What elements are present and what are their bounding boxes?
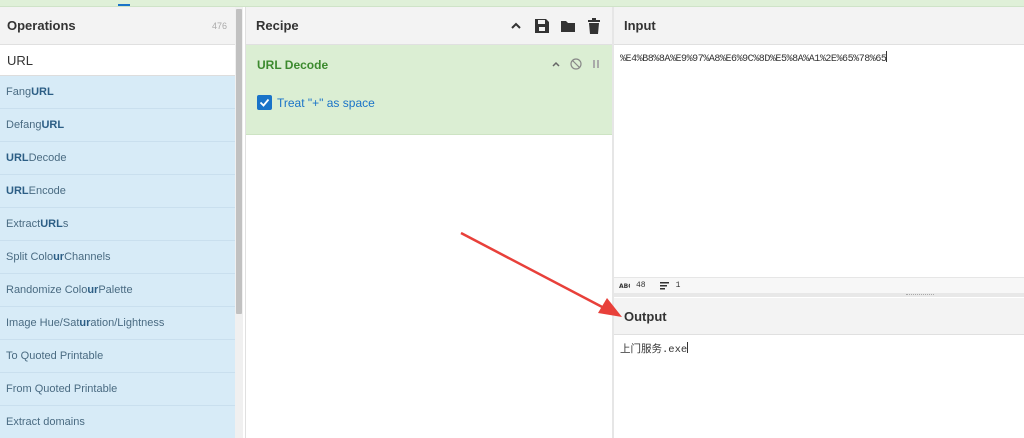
operations-scrollbar[interactable]	[235, 7, 243, 438]
operation-item[interactable]: From Quoted Printable	[0, 373, 235, 406]
operation-item-text: Fang	[6, 86, 32, 98]
operation-item-text: Split Colo	[6, 251, 54, 263]
char-count: 48	[636, 281, 646, 290]
top-strip	[0, 0, 1024, 7]
operation-item[interactable]: Defang URL	[0, 109, 235, 142]
recipe-operation-card[interactable]: URL Decode Treat "+" as space	[246, 45, 612, 135]
space-option-checkbox[interactable]	[257, 95, 272, 110]
operation-item[interactable]: Fang URL	[0, 76, 235, 109]
operation-item-match: ur	[87, 284, 99, 296]
operation-item[interactable]: URL Encode	[0, 175, 235, 208]
svg-text:ABC: ABC	[619, 283, 630, 289]
operation-item-text: Decode	[28, 152, 67, 164]
input-header: Input	[614, 7, 1024, 45]
option-row: Treat "+" as space	[257, 95, 601, 110]
operations-count: 476	[211, 20, 227, 31]
text-caret	[886, 51, 888, 62]
operation-item-match: ur	[53, 251, 65, 263]
input-title: Input	[624, 18, 656, 33]
operation-item-text: To Quoted Printable	[6, 350, 104, 362]
operation-item[interactable]: To Quoted Printable	[0, 340, 235, 373]
input-textarea[interactable]: %E4%B8%8A%E9%97%A8%E6%9C%8D%E5%8A%A1%2E%…	[620, 51, 888, 65]
tab-indicator	[118, 4, 130, 6]
scrollbar-thumb[interactable]	[236, 9, 242, 314]
recipe-operation-header: URL Decode	[257, 45, 601, 85]
save-icon[interactable]	[534, 18, 550, 34]
recipe-operation-controls	[551, 57, 601, 73]
operation-item[interactable]: Split Colo ur Channels	[0, 241, 235, 274]
text-caret	[687, 342, 689, 353]
operation-item-text: Encode	[28, 185, 66, 197]
chevron-up-icon[interactable]	[551, 59, 561, 72]
operation-item-text: Extract domains	[6, 416, 85, 428]
recipe-operation-name: URL Decode	[257, 58, 329, 72]
operation-item[interactable]: URL Decode	[0, 142, 235, 175]
folder-icon[interactable]	[560, 18, 576, 34]
operations-panel: Operations 476 Fang URLDefang URLURL Dec…	[0, 7, 235, 438]
operation-item-text: Defang	[6, 119, 42, 131]
lines-icon	[659, 281, 669, 289]
input-value: %E4%B8%8A%E9%97%A8%E6%9C%8D%E5%8A%A1%2E%…	[620, 54, 887, 65]
operation-item-text: Palette	[98, 284, 133, 296]
trash-icon[interactable]	[586, 17, 602, 34]
output-header: Output	[614, 298, 1024, 335]
operation-item-match: ur	[79, 317, 91, 329]
recipe-panel: Recipe URL Decode Treat "+" as space	[245, 7, 612, 438]
operation-item-match: URL	[40, 218, 63, 230]
input-status-bar: ABC 48 1	[614, 277, 1024, 293]
output-textarea[interactable]: 上门服务.exe	[620, 341, 689, 356]
disable-icon[interactable]	[570, 57, 582, 73]
search-box[interactable]	[0, 45, 235, 76]
space-option-label[interactable]: Treat "+" as space	[277, 96, 375, 110]
operation-item-text: Randomize Colo	[6, 284, 88, 296]
operation-item-match: URL	[6, 185, 29, 197]
abc-icon: ABC	[619, 283, 630, 289]
collapse-icon[interactable]	[508, 18, 524, 34]
line-count: 1	[675, 281, 681, 290]
operation-item-match: URL	[31, 86, 54, 98]
operation-list: Fang URL Defang URL URL Decode URL Encode Ex…	[0, 76, 235, 438]
operation-item-text: Extract	[6, 218, 41, 230]
recipe-header: Recipe	[246, 7, 612, 45]
output-title: Output	[624, 308, 667, 324]
operation-item-match: URL	[6, 152, 29, 164]
io-panel: Input %E4%B8%8A%E9%97%A8%E6%9C%8D%E5%8A%…	[614, 7, 1024, 438]
operation-item-text: From Quoted Printable	[6, 383, 118, 395]
pause-icon[interactable]	[591, 59, 601, 72]
search-input[interactable]	[7, 52, 228, 68]
operation-item[interactable]: Extract domains	[0, 406, 235, 438]
recipe-title: Recipe	[256, 18, 299, 33]
operation-item-match: URL	[41, 119, 65, 131]
resize-grip[interactable]	[906, 294, 934, 295]
operation-item[interactable]: Extract URL s	[0, 208, 235, 241]
operation-item-text: Channels	[64, 251, 111, 263]
operations-header: Operations 476	[0, 7, 235, 45]
recipe-toolbar	[508, 17, 602, 34]
operation-item-text: s	[62, 218, 69, 230]
output-value: 上门服务.exe	[620, 344, 688, 356]
operation-item-text: Image Hue/Sat	[6, 317, 80, 329]
operation-item-text: ation/Lightness	[90, 317, 165, 329]
operation-item[interactable]: Randomize Colo ur Palette	[0, 274, 235, 307]
io-resize-handle[interactable]	[614, 293, 1024, 297]
operations-title: Operations	[7, 18, 76, 33]
operation-item[interactable]: Image Hue/Sat ur ation/Lightness	[0, 307, 235, 340]
